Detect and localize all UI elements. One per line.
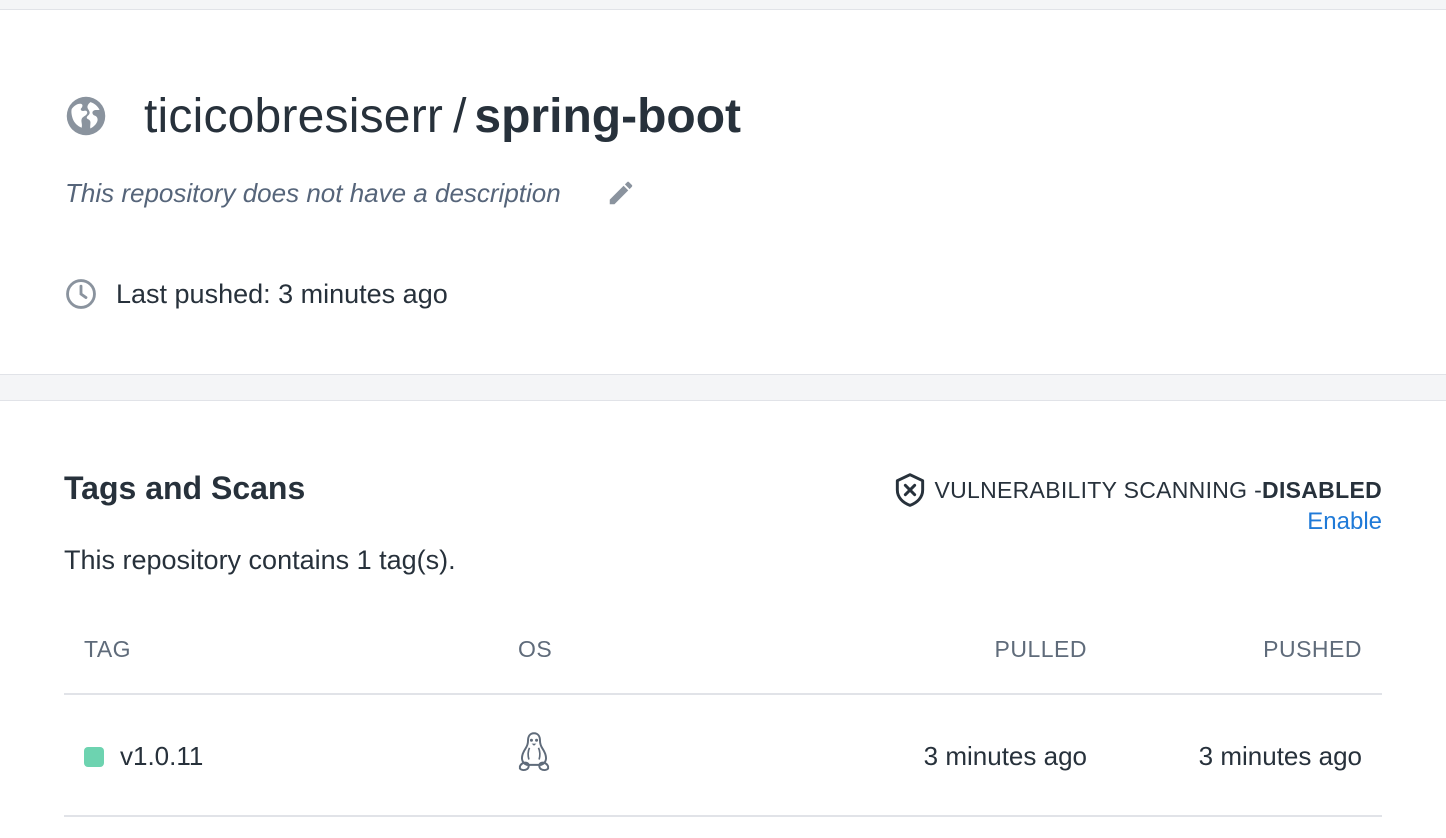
edit-pencil-icon[interactable] [606,178,636,208]
tag-name-link[interactable]: v1.0.11 [120,741,203,772]
linux-icon [518,732,550,772]
column-header-pushed[interactable]: PUSHED [1263,636,1362,663]
column-header-os: OS [518,636,553,662]
globe-icon [66,96,106,136]
last-pushed-text: Last pushed: 3 minutes ago [116,278,448,309]
tags-section-title: Tags and Scans [64,470,306,506]
tags-table-header: TAG OS PULLED PUSHED [64,620,1382,695]
column-header-tag[interactable]: TAG [84,636,131,663]
vulnerability-scanning-value: DISABLED [1262,476,1382,503]
repository-description: This repository does not have a descript… [65,178,561,208]
vulnerability-scanning-label: VULNERABILITY SCANNING - [934,476,1263,503]
vulnerability-scanning-status: VULNERABILITY SCANNING - DISABLED [894,472,1382,508]
tags-table: TAG OS PULLED PUSHED v1.0.11 3 minutes a… [64,620,1382,817]
clock-icon [66,279,96,309]
tag-count-text: This repository contains 1 tag(s). [64,545,456,575]
repository-namespace[interactable]: ticicobresiserr [144,89,443,144]
column-header-pulled[interactable]: PULLED [995,636,1087,663]
title-separator: / [453,89,467,143]
table-row: v1.0.11 3 minutes ago 3 minutes ago [64,695,1382,817]
tag-pushed-time: 3 minutes ago [1198,741,1362,771]
repository-header-card: ticicobresiserr / spring-boot This repos… [0,9,1446,375]
enable-scanning-link[interactable]: Enable [1307,508,1382,536]
tag-status-dot [84,747,104,767]
last-pushed-info: Last pushed: 3 minutes ago [64,274,448,314]
repository-name: spring-boot [474,89,742,143]
repository-title: ticicobresiserr / spring-boot [64,84,741,148]
tag-pulled-time: 3 minutes ago [923,741,1087,771]
shield-x-icon [896,473,925,507]
